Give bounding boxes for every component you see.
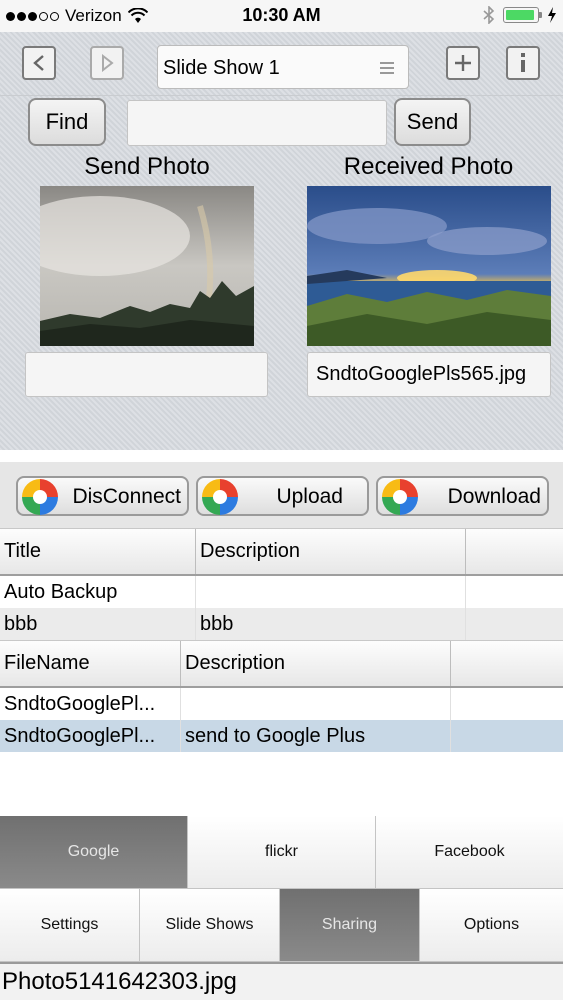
info-icon (521, 53, 525, 72)
received-photo-heading: Received Photo (343, 153, 514, 180)
chevron-left-icon (33, 55, 44, 71)
charging-icon (548, 7, 556, 23)
send-photo-heading: Send Photo (84, 153, 210, 180)
column-header-description[interactable]: Description (181, 641, 451, 686)
picasa-icon (22, 479, 58, 515)
file-extra-cell (451, 688, 563, 720)
tab-settings[interactable]: Settings (0, 889, 140, 962)
file-name-cell: SndtoGooglePl... (0, 688, 181, 720)
table-row-selected[interactable]: SndtoGooglePl... send to Google Plus (0, 720, 563, 752)
plus-icon (455, 55, 471, 71)
status-bar: Verizon 10:30 AM (0, 0, 563, 32)
files-header-row: FileName Description (0, 640, 563, 688)
received-filename-field[interactable]: SndtoGooglePls565.jpg (307, 352, 551, 397)
status-time: 10:30 AM (242, 5, 321, 25)
table-row[interactable]: Auto Backup (0, 576, 563, 608)
find-button[interactable]: Find (28, 98, 106, 146)
disconnect-label: DisConnect (72, 485, 181, 508)
tab-sharing[interactable]: Sharing (280, 889, 420, 962)
table-row[interactable]: SndtoGooglePl... (0, 688, 563, 720)
action-row: DisConnect Upload Download (0, 462, 563, 528)
bluetooth-icon (483, 6, 495, 24)
play-button[interactable] (90, 46, 124, 80)
send-button[interactable]: Send (394, 98, 471, 146)
album-extra-cell (466, 608, 563, 640)
menu-icon (380, 62, 394, 74)
album-description-cell (196, 576, 466, 608)
download-label: Download (447, 485, 541, 508)
service-facebook[interactable]: Facebook (376, 816, 563, 889)
album-title-cell: bbb (0, 608, 196, 640)
search-input[interactable] (127, 100, 387, 146)
send-photo-image[interactable] (40, 186, 254, 346)
album-title-cell: Auto Backup (0, 576, 196, 608)
column-header-empty (466, 529, 563, 574)
received-photo-image[interactable] (307, 186, 551, 346)
column-header-title[interactable]: Title (0, 529, 196, 574)
column-header-filename[interactable]: FileName (0, 641, 181, 686)
footer-filename: Photo5141642303.jpg (0, 962, 563, 1000)
play-icon (102, 54, 114, 72)
service-flickr[interactable]: flickr (188, 816, 376, 889)
send-filename-field[interactable] (25, 352, 268, 397)
slideshow-selector[interactable]: Slide Show 1 (157, 45, 409, 89)
file-extra-cell (451, 720, 563, 752)
top-panel: Slide Show 1 Find Send Send Photo Receiv… (0, 32, 563, 450)
file-description-cell: send to Google Plus (181, 720, 451, 752)
back-button[interactable] (22, 46, 56, 80)
upload-button[interactable]: Upload (196, 476, 369, 516)
file-description-cell (181, 688, 451, 720)
toolbar: Slide Show 1 (0, 32, 563, 96)
info-button[interactable] (506, 46, 540, 80)
disconnect-button[interactable]: DisConnect (16, 476, 189, 516)
albums-header-row: Title Description (0, 528, 563, 576)
column-header-description[interactable]: Description (196, 529, 466, 574)
battery-icon (503, 7, 542, 23)
albums-table: Title Description Auto Backup bbb bbb (0, 528, 563, 640)
table-row[interactable]: bbb bbb (0, 608, 563, 640)
picasa-icon (382, 479, 418, 515)
files-table: FileName Description SndtoGooglePl... Sn… (0, 640, 563, 816)
album-description-cell: bbb (196, 608, 466, 640)
service-google[interactable]: Google (0, 816, 188, 889)
column-header-empty (451, 641, 563, 686)
album-extra-cell (466, 576, 563, 608)
slideshow-title: Slide Show 1 (163, 57, 280, 79)
file-name-cell: SndtoGooglePl... (0, 720, 181, 752)
tab-options[interactable]: Options (420, 889, 563, 962)
tab-slide-shows[interactable]: Slide Shows (140, 889, 280, 962)
picasa-icon (202, 479, 238, 515)
download-button[interactable]: Download (376, 476, 549, 516)
add-button[interactable] (446, 46, 480, 80)
upload-label: Upload (276, 485, 343, 508)
